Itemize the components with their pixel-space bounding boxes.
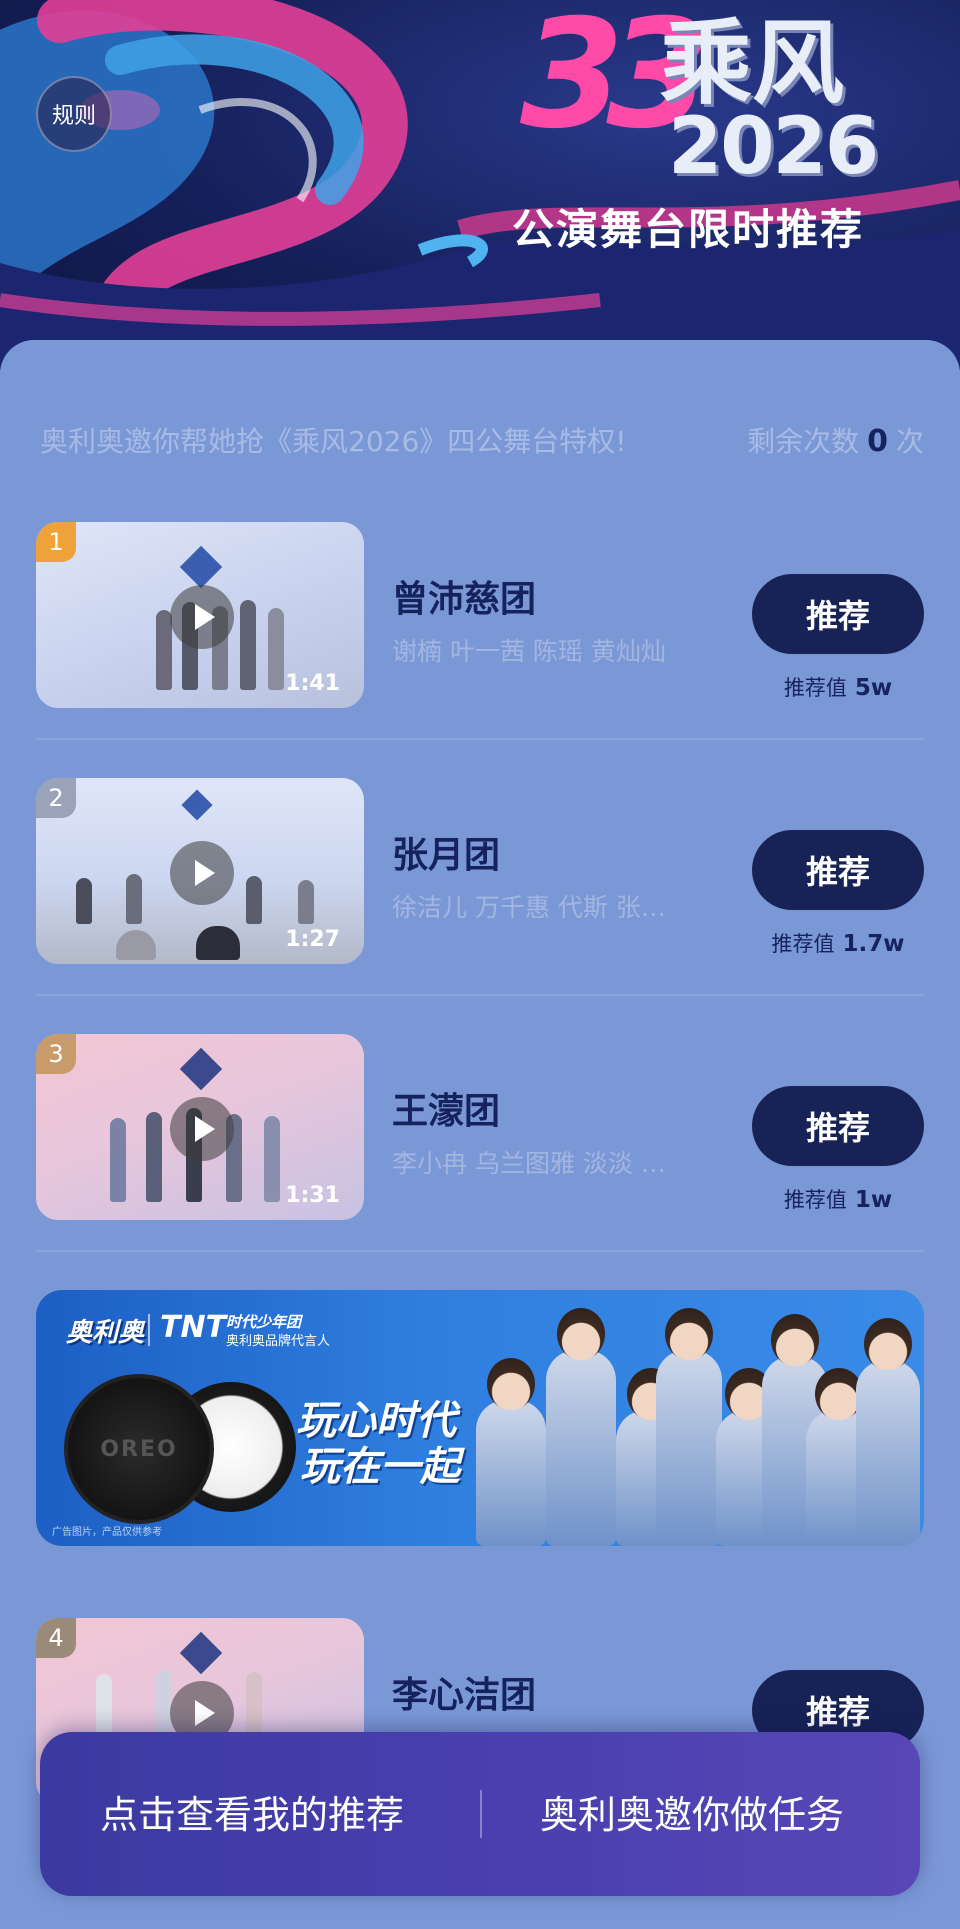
tnt-subtitle-1: 时代少年团 — [226, 1313, 302, 1331]
video-thumbnail[interactable]: 1 1:41 — [36, 522, 364, 708]
tnt-subtitle-2: 奥利奥品牌代言人 — [226, 1334, 331, 1349]
stage-diamond — [179, 545, 223, 589]
video-duration: 1:27 — [285, 927, 340, 952]
row-divider — [36, 994, 924, 996]
group-member-figure — [546, 1308, 616, 1546]
team-members: 谢楠 叶一茜 陈瑶 黄灿灿 — [392, 637, 666, 666]
cookie-image: OREO — [64, 1374, 214, 1524]
recommend-score: 推荐值 5w — [736, 672, 940, 702]
video-thumbnail[interactable]: 2 1:27 — [36, 778, 364, 964]
team-members: 李小冉 乌兰图雅 淡淡 … — [392, 1149, 666, 1178]
tnt-logo: TNT — [160, 1310, 227, 1345]
score-label: 推荐值 — [783, 1188, 847, 1212]
score-label: 推荐值 — [771, 932, 835, 956]
my-recommendations-button[interactable]: 点击查看我的推荐 — [100, 1784, 404, 1839]
rules-button[interactable]: 规则 — [36, 76, 112, 152]
invite-notice: 奥利奥邀你帮她抢《乘风2026》四公舞台特权! — [40, 425, 627, 458]
dancer-figure — [264, 1116, 280, 1202]
logo-year: 2026 — [668, 102, 879, 192]
dancer-figure — [246, 876, 262, 924]
play-icon[interactable] — [170, 585, 234, 649]
stage-diamond — [179, 1047, 223, 1091]
video-duration: 1:41 — [285, 671, 340, 696]
team-row: 2 1:27 张月团 徐洁儿 万千惠 代斯 张… 推荐 推荐值 1.7w — [36, 778, 924, 964]
team-name: 曾沛慈团 — [392, 579, 537, 620]
ad-fine-print: 广告图片，产品仅供参考 — [52, 1527, 162, 1538]
slogan-line-2: 玩在一起 — [300, 1444, 460, 1490]
dancer-figure — [268, 608, 284, 690]
dancer-figure — [110, 1118, 126, 1202]
judge-figure — [116, 930, 156, 960]
oreo-tasks-button[interactable]: 奥利奥邀你做任务 — [540, 1784, 844, 1839]
dancer-figure — [126, 874, 142, 924]
row-divider — [36, 738, 924, 740]
dancer-figure — [298, 880, 314, 924]
team-row: 1 1:41 曾沛慈团 谢楠 叶一茜 陈瑶 黄灿灿 推荐 推荐值 5w — [36, 522, 924, 708]
team-name: 张月团 — [392, 835, 501, 876]
play-icon[interactable] — [170, 1097, 234, 1161]
recommend-score: 推荐值 1.7w — [736, 928, 940, 958]
team-name: 王濛团 — [392, 1091, 501, 1132]
logo-title: 乘风 — [660, 10, 845, 117]
oreo-ad-banner[interactable]: 奥利奥 TNT 时代少年团 奥利奥品牌代言人 OREO 玩心时代 玩在一起 广告… — [36, 1290, 924, 1546]
remaining-count: 剩余次数 0 次 — [747, 420, 924, 460]
judge-figure — [196, 926, 240, 960]
score-value: 1w — [854, 1187, 893, 1213]
dancer-figure — [240, 600, 256, 690]
ad-brand-logo: 奥利奥 — [66, 1318, 145, 1348]
team-name: 李心洁团 — [392, 1675, 537, 1716]
dancer-figure — [76, 878, 92, 924]
play-icon[interactable] — [170, 841, 234, 905]
recommend-score: 推荐值 1w — [736, 1184, 940, 1214]
rank-badge: 4 — [36, 1618, 76, 1658]
remaining-value: 0 — [867, 424, 888, 459]
video-thumbnail[interactable]: 3 1:31 — [36, 1034, 364, 1220]
group-member-figure — [656, 1308, 722, 1546]
team-members: 徐洁儿 万千惠 代斯 张… — [392, 893, 666, 922]
bottom-bar-separator — [480, 1790, 482, 1838]
rank-badge: 3 — [36, 1034, 76, 1074]
score-value: 1.7w — [842, 931, 905, 957]
group-member-figure — [476, 1358, 546, 1546]
tnt-subtitle: 时代少年团 奥利奥品牌代言人 — [226, 1312, 330, 1351]
ad-separator — [148, 1314, 150, 1346]
row-divider — [36, 1250, 924, 1252]
remaining-unit: 次 — [895, 425, 924, 458]
video-duration: 1:31 — [285, 1183, 340, 1208]
banner-subtitle: 公演舞台限时推荐 — [512, 205, 865, 254]
cookie-text: OREO — [100, 1436, 178, 1462]
recommend-button[interactable]: 推荐 — [752, 830, 924, 910]
bottom-action-bar: 点击查看我的推荐 奥利奥邀你做任务 — [40, 1732, 920, 1896]
remaining-label: 剩余次数 — [747, 425, 860, 458]
stage-diamond — [181, 789, 213, 821]
rank-badge: 2 — [36, 778, 76, 818]
rank-badge: 1 — [36, 522, 76, 562]
recommend-button[interactable]: 推荐 — [752, 574, 924, 654]
slogan-line-1: 玩心时代 — [296, 1398, 456, 1444]
score-label: 推荐值 — [783, 676, 847, 700]
recommend-button[interactable]: 推荐 — [752, 1086, 924, 1166]
stage-diamond — [179, 1631, 223, 1675]
team-row: 3 1:31 王濛团 李小冉 乌兰图雅 淡淡 … 推荐 推荐值 1w — [36, 1034, 924, 1220]
score-value: 5w — [854, 675, 893, 701]
header-banner: 规则 33 乘风 2026 公演舞台限时推荐 — [0, 0, 960, 370]
ad-slogan: 玩心时代 玩在一起 — [296, 1398, 460, 1490]
group-member-figure — [856, 1318, 920, 1546]
dancer-figure — [146, 1112, 162, 1202]
